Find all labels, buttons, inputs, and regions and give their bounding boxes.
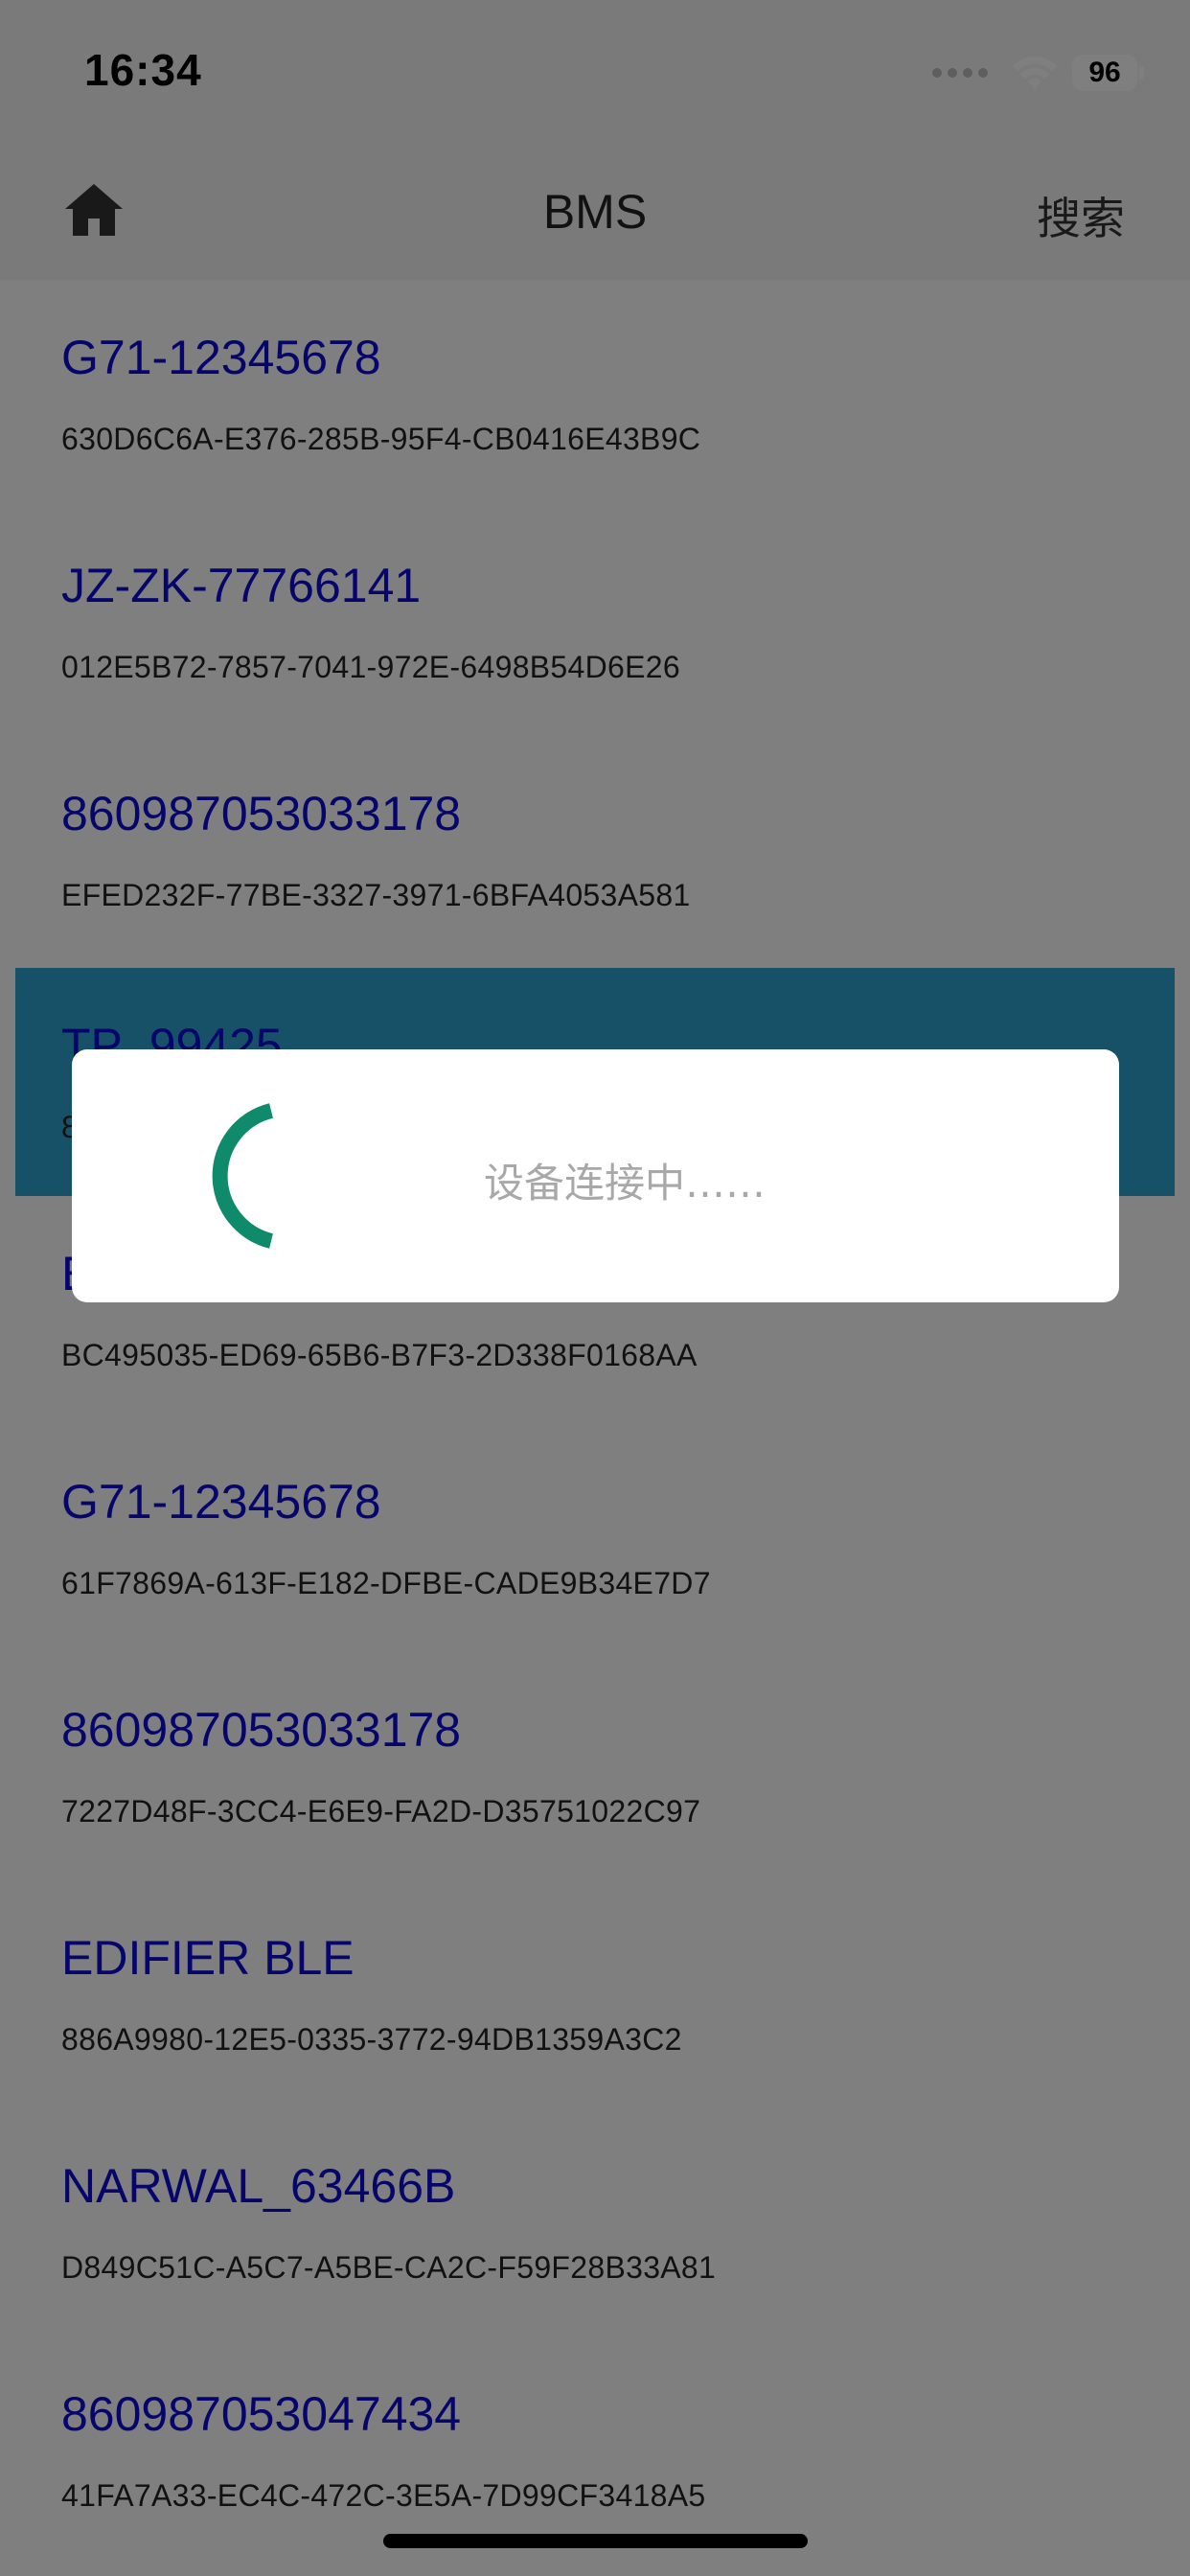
loading-spinner-icon	[206, 1099, 359, 1253]
home-indicator[interactable]	[383, 2534, 808, 2548]
loading-dialog: 设备连接中……	[72, 1049, 1119, 1302]
spinner-arc	[212, 1103, 274, 1249]
loading-message: 设备连接中……	[484, 1160, 767, 1207]
